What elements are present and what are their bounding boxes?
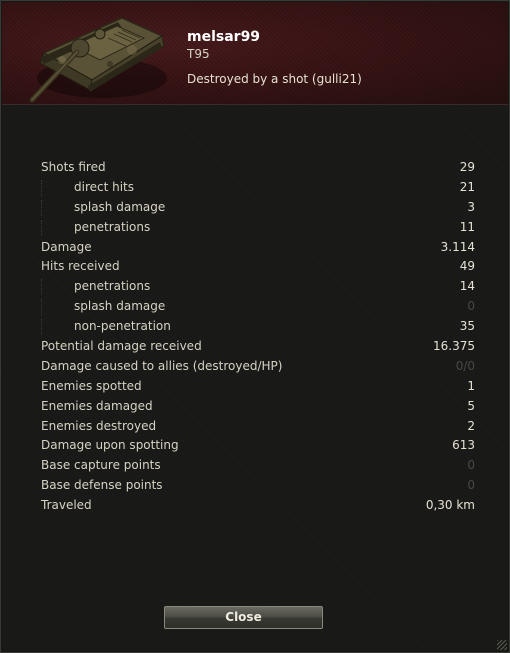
stat-value: 3.114 bbox=[440, 239, 475, 254]
stat-label: penetrations bbox=[74, 219, 151, 234]
stat-label: non-penetration bbox=[74, 319, 171, 334]
stat-label: Hits received bbox=[41, 259, 120, 274]
stat-row: splash damage 0 bbox=[41, 297, 475, 317]
stat-value: 0 bbox=[467, 458, 475, 473]
stat-row: Base capture points 0 bbox=[41, 456, 475, 476]
stat-label: Enemies destroyed bbox=[41, 418, 157, 433]
stat-label: Enemies spotted bbox=[41, 378, 142, 393]
stat-row: Enemies destroyed 2 bbox=[41, 417, 475, 437]
close-button[interactable]: Close bbox=[164, 606, 323, 629]
stat-value: 11 bbox=[459, 219, 475, 234]
stat-label: splash damage bbox=[74, 199, 166, 214]
stat-row: Damage upon spotting 613 bbox=[41, 436, 475, 456]
stat-value: 0 bbox=[467, 299, 475, 314]
stat-label: Damage bbox=[41, 239, 92, 254]
stat-row: splash damage 3 bbox=[41, 198, 475, 218]
stat-row: Hits received 49 bbox=[41, 257, 475, 277]
stat-label: splash damage bbox=[74, 299, 166, 314]
resize-grip[interactable] bbox=[497, 640, 507, 650]
stat-row: direct hits 21 bbox=[41, 178, 475, 198]
stat-value: 16.375 bbox=[433, 339, 475, 354]
stat-value: 14 bbox=[459, 279, 475, 294]
battle-results-window: melsar99 T95 Destroyed by a shot (gulli2… bbox=[0, 0, 510, 653]
stat-value: 5 bbox=[467, 398, 475, 413]
stat-value: 49 bbox=[459, 259, 475, 274]
stat-value: 29 bbox=[459, 160, 475, 174]
stat-value: 3 bbox=[467, 199, 475, 214]
stat-value: 0/0 bbox=[455, 358, 475, 373]
stat-label: Damage upon spotting bbox=[41, 438, 179, 453]
vehicle-header: melsar99 T95 Destroyed by a shot (gulli2… bbox=[2, 2, 508, 105]
stat-value: 0 bbox=[467, 478, 475, 493]
stat-value: 0,30 km bbox=[425, 498, 475, 513]
stat-label: penetrations bbox=[74, 279, 151, 294]
stat-label: Base capture points bbox=[41, 458, 161, 473]
player-name: melsar99 bbox=[187, 29, 261, 45]
stats-list: Shots fired 29 direct hits 21 splash damage 3… bbox=[41, 158, 475, 516]
stat-row: penetrations 14 bbox=[41, 277, 475, 297]
stat-row: Traveled 0,30 km bbox=[41, 496, 475, 516]
stat-row: Enemies spotted 1 bbox=[41, 377, 475, 397]
stat-label: Potential damage received bbox=[41, 339, 202, 354]
stat-row: Damage caused to allies (destroyed/HP) 0/… bbox=[41, 357, 475, 377]
stat-row: Enemies damaged 5 bbox=[41, 397, 475, 417]
stat-label: Enemies damaged bbox=[41, 398, 153, 413]
stat-label: Damage caused to allies (destroyed/HP) bbox=[41, 358, 283, 373]
stat-label: Base defense points bbox=[41, 478, 163, 493]
stat-value: 21 bbox=[459, 179, 475, 194]
stat-label: Shots fired bbox=[41, 160, 106, 174]
stat-row: Damage 3.114 bbox=[41, 238, 475, 258]
stat-row: non-penetration 35 bbox=[41, 317, 475, 337]
stat-row: Base defense points 0 bbox=[41, 476, 475, 496]
death-reason: Destroyed by a shot (gulli21) bbox=[187, 72, 362, 86]
stat-row: Potential damage received 16.375 bbox=[41, 337, 475, 357]
stat-label: Traveled bbox=[41, 498, 92, 513]
stat-value: 1 bbox=[467, 378, 475, 393]
stat-value: 35 bbox=[459, 319, 475, 334]
tank-name: T95 bbox=[187, 47, 210, 61]
stat-value: 2 bbox=[467, 418, 475, 433]
tank-icon bbox=[29, 17, 167, 103]
stat-row: penetrations 11 bbox=[41, 218, 475, 238]
stat-value: 613 bbox=[452, 438, 475, 453]
stat-label: direct hits bbox=[74, 179, 135, 194]
stat-row: Shots fired 29 bbox=[41, 158, 475, 178]
